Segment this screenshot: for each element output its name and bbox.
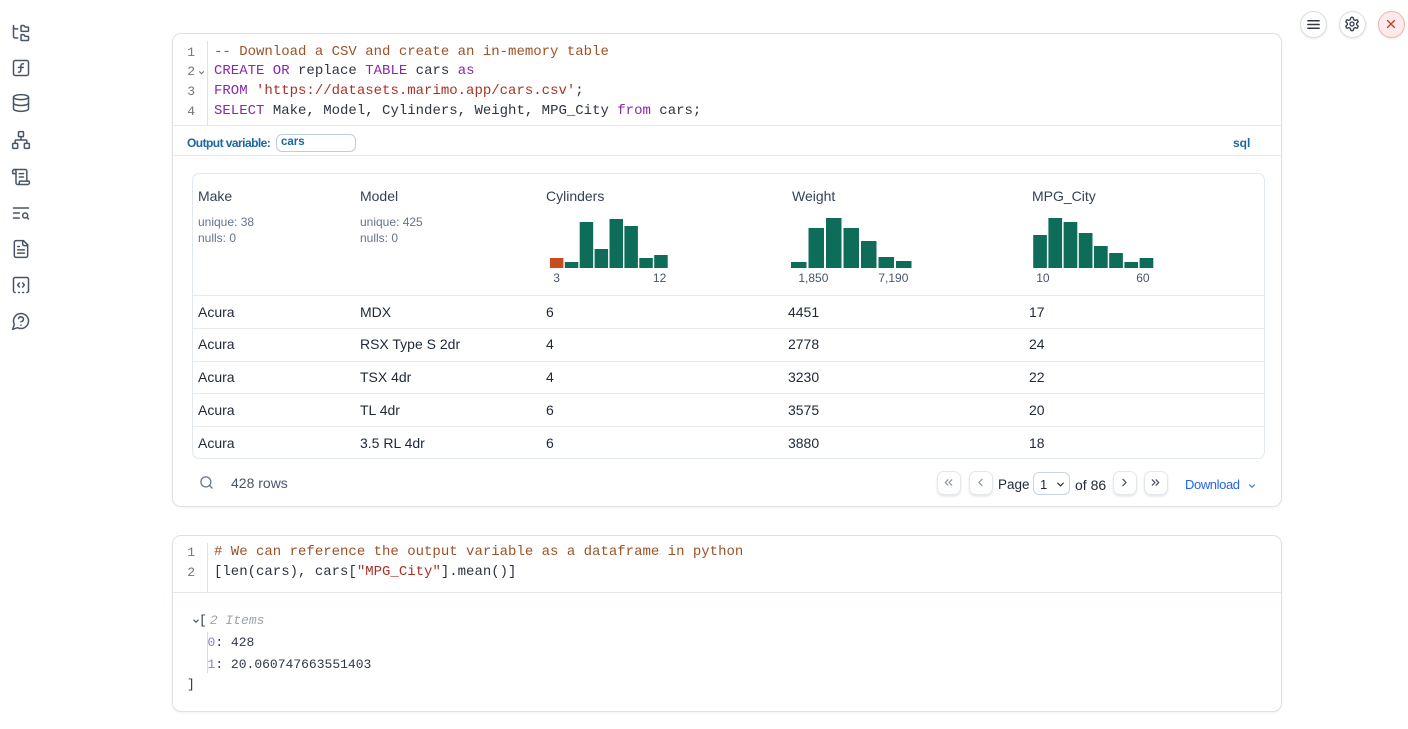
- svg-text:60: 60: [1136, 271, 1150, 285]
- svg-text:1,850: 1,850: [798, 271, 828, 285]
- svg-text:10: 10: [1036, 271, 1050, 285]
- svg-text:3: 3: [553, 271, 560, 285]
- svg-text:12: 12: [653, 271, 667, 285]
- svg-text:7,190: 7,190: [878, 271, 908, 285]
